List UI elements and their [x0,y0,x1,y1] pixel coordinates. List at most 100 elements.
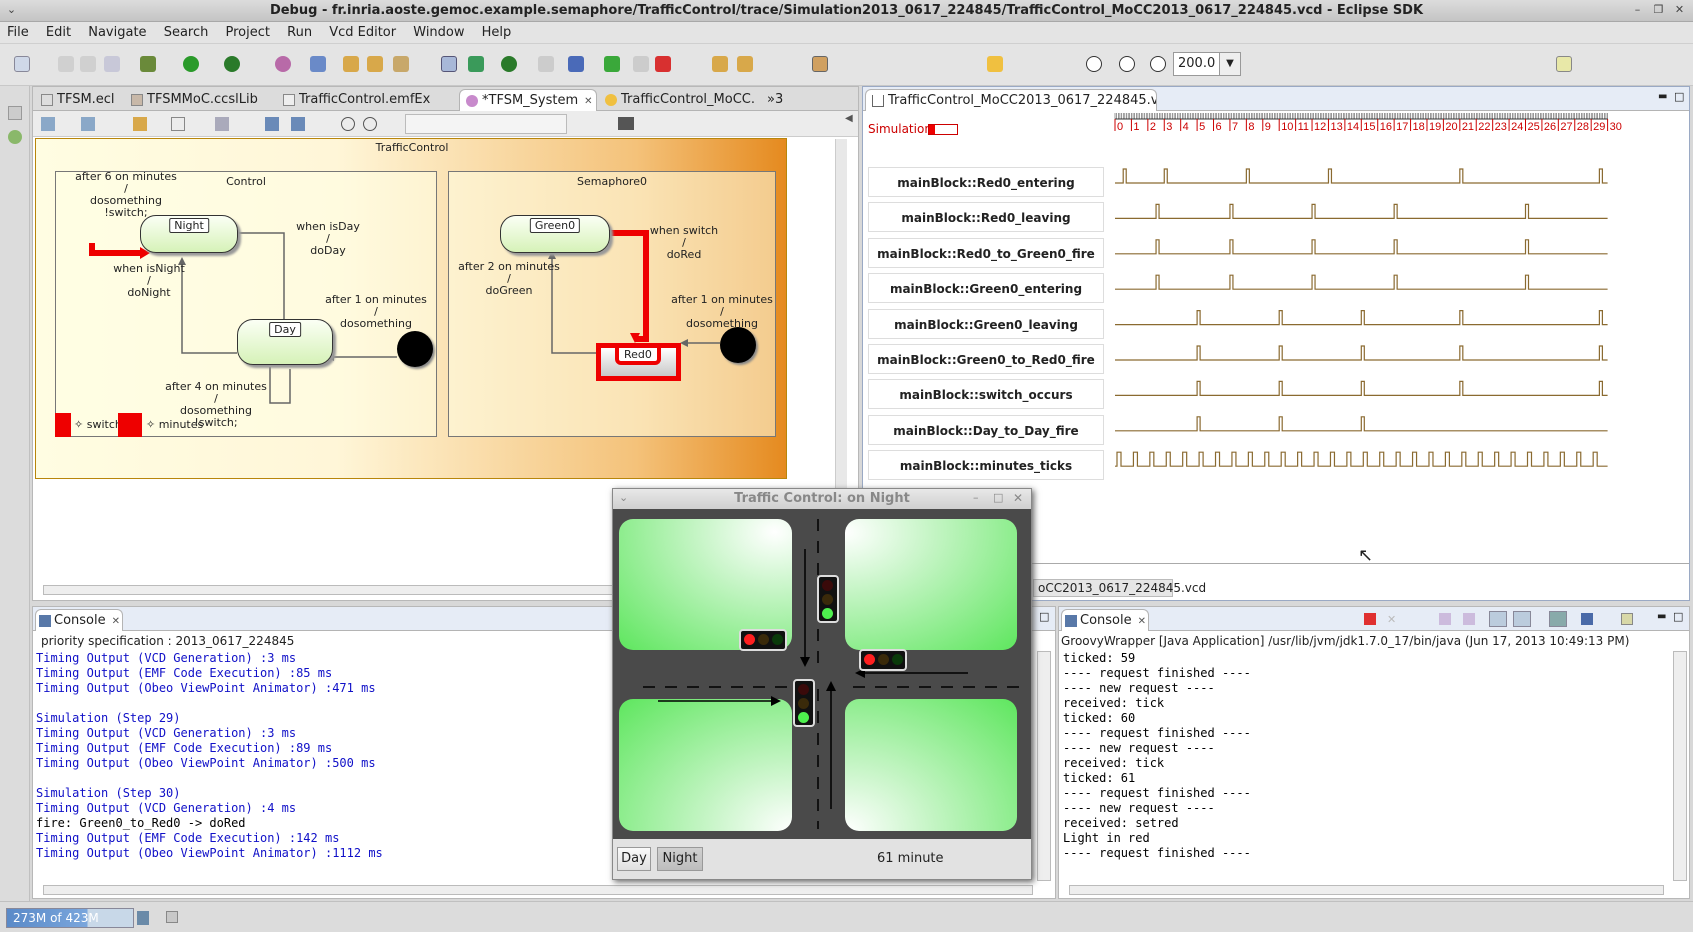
display-console-icon[interactable] [1581,613,1593,625]
fast-view-icon[interactable] [166,911,178,923]
scroll-lock-icon[interactable] [1463,613,1475,625]
day-button[interactable]: Day [617,847,651,871]
camera-icon[interactable] [618,117,634,130]
close-tab-icon[interactable]: ✕ [1138,616,1146,627]
signal-name[interactable]: mainBlock::minutes_ticks [868,450,1104,481]
zoom-dropdown-icon[interactable]: ▼ [1219,52,1241,76]
menu-help[interactable]: Help [482,22,512,40]
link-icon[interactable] [133,117,147,131]
show-stdout-icon[interactable] [1489,611,1507,627]
tab-trafficcontrol-emfex[interactable]: TrafficControl.emfEx [277,89,457,111]
pen-icon[interactable] [393,56,409,72]
terminate-icon[interactable] [655,56,671,72]
open-console-icon[interactable] [1621,613,1633,625]
layout-icon[interactable] [81,117,95,131]
suspend-icon[interactable] [633,56,649,72]
route-icon[interactable] [215,117,229,131]
menu-vcd-editor[interactable]: Vcd Editor [329,22,396,40]
signal-name[interactable]: mainBlock::Green0_leaving [868,308,1104,339]
export-icon[interactable] [265,117,279,131]
list-icon[interactable] [468,56,484,72]
maximize-icon[interactable]: □ [993,491,1003,504]
tab-console-left[interactable]: Console ✕ [35,609,123,631]
maximize-view-icon[interactable]: □ [1674,90,1684,103]
signal-name[interactable]: mainBlock::Day_to_Day_fire [868,414,1104,445]
signal-name[interactable]: mainBlock::Red0_entering [868,167,1104,197]
console-left-vscroll[interactable] [1037,651,1051,881]
close-icon[interactable]: ✕ [1672,3,1687,18]
console-left-hscroll[interactable] [43,885,1033,895]
control-initial-state[interactable] [397,331,433,367]
open-type-icon[interactable] [310,56,326,72]
terminate-icon[interactable] [1364,613,1376,625]
new-icon[interactable] [14,56,30,72]
select-icon[interactable] [171,117,185,131]
step-over-icon[interactable] [737,56,753,72]
signal-name[interactable]: mainBlock::Green0_to_Red0_fire [868,344,1104,374]
save-icon[interactable] [58,56,74,72]
skip-breakpoints-icon[interactable] [568,56,584,72]
open-folder-icon[interactable] [343,56,359,72]
heap-status[interactable]: 273M of 423M [6,908,134,928]
resume-icon[interactable] [604,56,620,72]
save-all-icon[interactable] [80,56,96,72]
tab-trafficcontrol-mocc[interactable]: TrafficControl_MoCC. [599,89,757,111]
menu-window[interactable]: Window [413,22,464,40]
window-menu-icon[interactable]: ⌄ [619,491,628,504]
restore-view-icon[interactable] [8,106,22,120]
minimize-icon[interactable]: – [973,491,979,504]
signal-name[interactable]: mainBlock::Green0_entering [868,273,1104,304]
tab-tfsm-ecl[interactable]: TFSM.ecl [35,89,123,111]
garbage-collect-icon[interactable] [137,911,149,925]
menu-run[interactable]: Run [287,22,312,40]
minimize-view-icon[interactable]: ▬ [1657,611,1666,622]
vcd-bottom-tab[interactable]: oCC2013_0617_224845.vcd [1033,579,1206,597]
menu-file[interactable]: File [7,22,29,40]
console-right-hscroll[interactable] [1069,885,1664,895]
arrange-icon[interactable] [41,117,55,131]
diagram-zoom-in-icon[interactable] [341,117,355,131]
signal-name[interactable]: mainBlock::Red0_leaving [868,202,1104,233]
menu-search[interactable]: Search [164,22,209,40]
maximize-view-icon[interactable]: □ [1673,610,1683,623]
minimize-icon[interactable]: – [1630,3,1645,18]
night-button[interactable]: Night [657,847,703,871]
pin-console-icon[interactable] [1549,611,1567,627]
debug-icon[interactable] [140,56,156,72]
close-icon[interactable]: ✕ [1013,491,1023,505]
menu-navigate[interactable]: Navigate [88,22,146,40]
back-icon[interactable] [987,56,1003,72]
tab-tfsmmoc-ccsllib[interactable]: TFSMMoC.ccslLib [125,89,275,111]
remove-launch-icon[interactable]: ✕ [1387,613,1399,626]
signal-name[interactable]: mainBlock::Red0_to_Green0_fire [868,237,1104,268]
open-perspective-icon[interactable] [1556,56,1572,72]
menu-project[interactable]: Project [226,22,270,40]
signal-name[interactable]: mainBlock::switch_occurs [868,379,1104,410]
tab-vcd[interactable]: TrafficControl_MoCC2013_0617_224845.vcd✕ [865,89,1157,111]
coverage-icon[interactable] [275,56,291,72]
zoom-fit-icon[interactable] [1119,56,1135,72]
menu-edit[interactable]: Edit [46,22,71,40]
maximize-view-icon[interactable]: □ [1039,610,1049,623]
sync-icon[interactable] [501,56,517,72]
state-night[interactable]: Night [140,215,238,253]
use-step-filters-icon[interactable] [812,56,828,72]
disconnect-icon[interactable] [538,56,554,72]
show-stderr-icon[interactable] [1513,611,1531,627]
tab-console-right[interactable]: Console ✕ [1061,609,1149,631]
print-icon[interactable] [104,56,120,72]
folder-icon[interactable] [367,56,383,72]
zoom-out-icon[interactable] [1086,56,1102,72]
diagram-zoom-out-icon[interactable] [363,117,377,131]
external-tools-icon[interactable] [224,56,240,72]
console-right-vscroll[interactable] [1673,651,1687,881]
restore-icon[interactable]: ❐ [1651,3,1666,18]
tab-tfsm-system[interactable]: *TFSM_System ✕ [459,89,597,111]
clear-console-icon[interactable] [1439,613,1451,625]
state-red0[interactable]: Red0 [596,343,681,381]
traffic-window-title[interactable]: Traffic Control: on Night [613,489,1031,509]
tab-overflow[interactable]: »3 [761,89,801,111]
close-tab-icon[interactable]: ✕ [112,616,120,627]
close-tab-icon[interactable]: ✕ [584,96,592,107]
zoom-in-icon[interactable] [1150,56,1166,72]
